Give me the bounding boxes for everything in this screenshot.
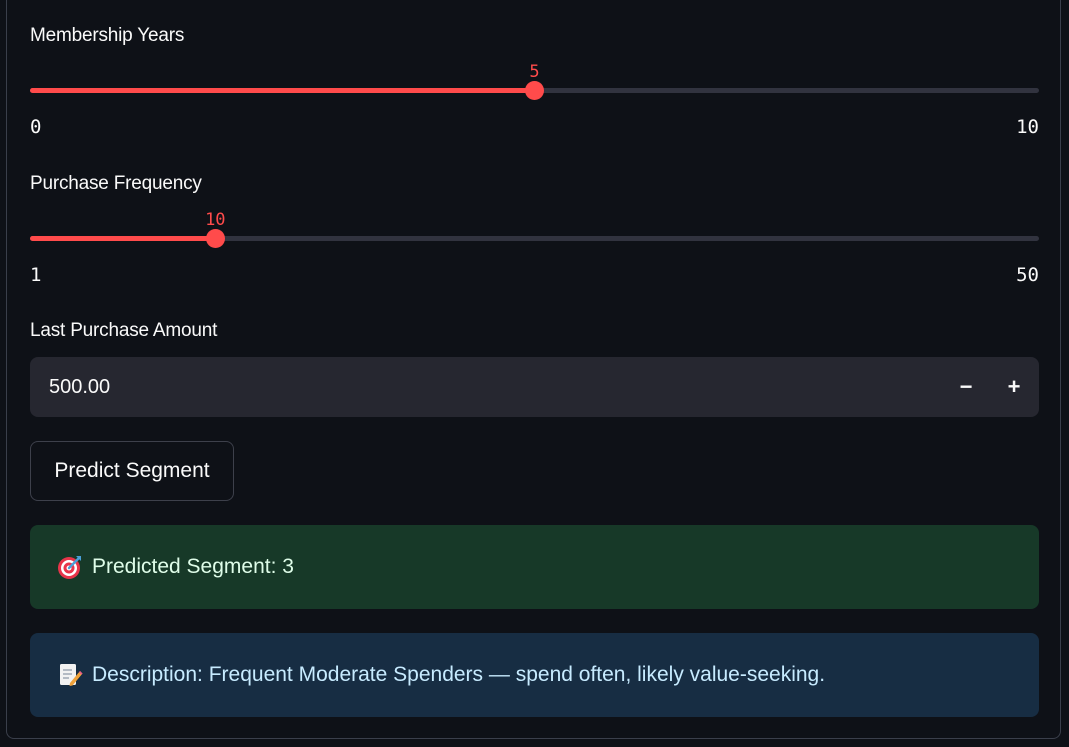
predict-segment-button[interactable]: Predict Segment [30,441,234,501]
increment-button[interactable]: + [998,371,1030,403]
predicted-segment-alert: Predicted Segment: 3 [30,525,1039,609]
slider-thumb[interactable] [525,81,544,100]
predicted-segment-text: Predicted Segment: 3 [92,555,294,578]
slider-max: 10 [1016,116,1039,138]
last-purchase-amount-input[interactable]: 500.00 − + [30,357,1039,417]
membership-years-label: Membership Years [30,25,185,46]
slider-max: 50 [1016,264,1039,286]
memo-icon [57,662,83,688]
slider-thumb[interactable] [205,229,225,248]
decrement-button[interactable]: − [950,371,982,403]
description-text: Description: Frequent Moderate Spenders … [92,663,826,686]
slider-value: 10 [205,210,226,230]
amount-value[interactable]: 500.00 [49,357,110,417]
slider-fill [30,88,535,93]
slider-min: 0 [30,116,42,138]
purchase-frequency-slider[interactable]: 10 1 50 [30,210,1039,286]
slider-min: 1 [30,264,42,286]
description-alert: Description: Frequent Moderate Spenders … [30,633,1039,717]
membership-years-slider[interactable]: 5 0 10 [30,62,1039,138]
last-purchase-amount-label: Last Purchase Amount [30,320,218,341]
slider-fill [30,236,216,241]
target-icon [57,554,83,580]
purchase-frequency-label: Purchase Frequency [30,173,202,194]
slider-value: 5 [529,62,540,82]
